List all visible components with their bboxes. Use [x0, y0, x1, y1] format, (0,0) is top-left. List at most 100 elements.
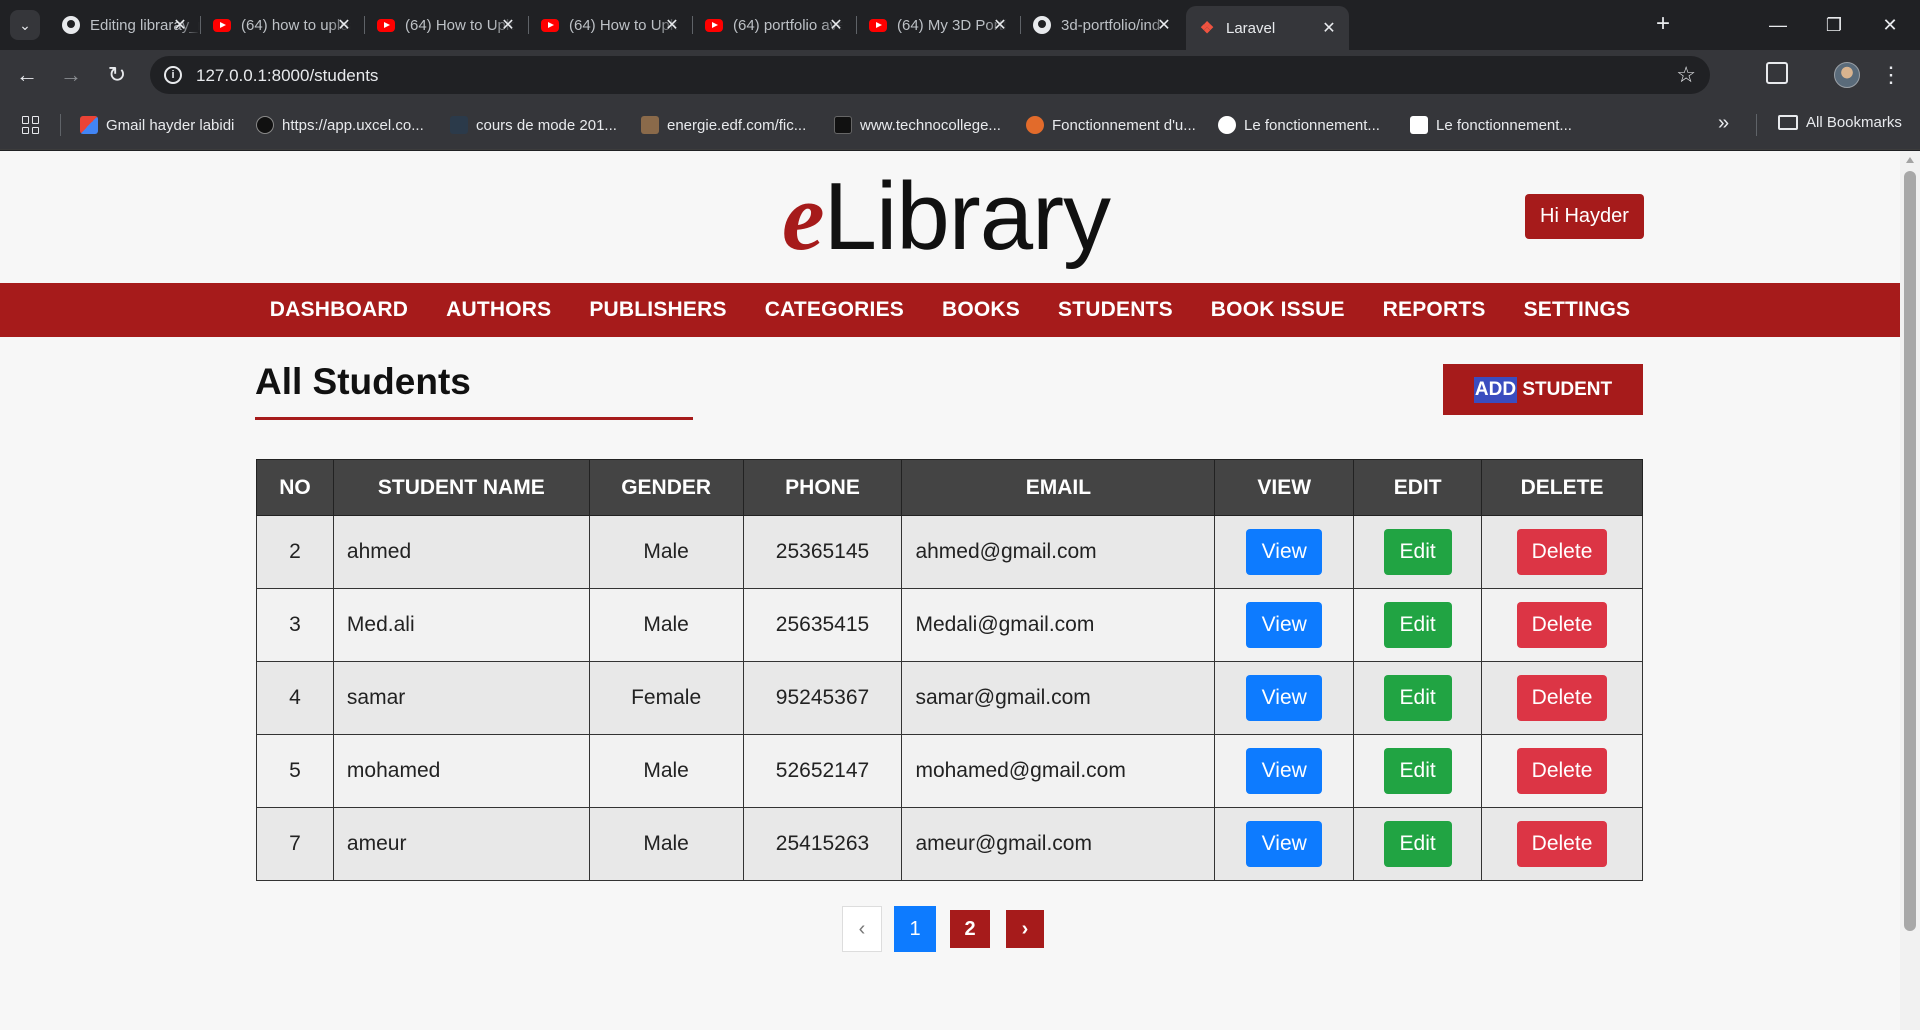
pagination-page-current[interactable]: 1 [894, 906, 936, 952]
site-header: eLibrary Hi Hayder [0, 151, 1900, 283]
bookmark-item[interactable]: Le fonctionnement... [1410, 114, 1572, 136]
cell-email: mohamed@gmail.com [901, 734, 1216, 808]
nav-reports[interactable]: REPORTS [1383, 298, 1486, 322]
cell-name: ahmed [332, 515, 590, 589]
pagination-page[interactable]: 2 [950, 910, 990, 948]
nav-settings[interactable]: SETTINGS [1524, 298, 1631, 322]
site-logo[interactable]: eLibrary [782, 161, 1111, 273]
minimize-icon[interactable]: — [1758, 12, 1798, 38]
browser-tab[interactable]: (64) How to Uplo ✕ [529, 8, 693, 42]
nav-dashboard[interactable]: DASHBOARD [270, 298, 408, 322]
browser-tab[interactable]: Editing libraray_r ✕ [50, 8, 201, 42]
table-header-row: NO STUDENT NAME GENDER PHONE EMAIL VIEW … [256, 459, 1643, 516]
bookmark-item[interactable]: Fonctionnement d'u... [1026, 114, 1196, 136]
tab-close-icon[interactable]: ✕ [1319, 18, 1339, 38]
cell-email: ahmed@gmail.com [901, 515, 1216, 589]
nav-book-issue[interactable]: BOOK ISSUE [1211, 298, 1345, 322]
cell-phone: 25365145 [742, 515, 903, 589]
apps-grid-icon[interactable] [22, 116, 40, 134]
view-button[interactable]: View [1246, 602, 1323, 648]
tab-close-icon[interactable]: ✕ [1154, 15, 1174, 35]
edit-button[interactable]: Edit [1383, 821, 1452, 867]
browser-tab[interactable]: (64) My 3D Portf ✕ [857, 8, 1021, 42]
add-student-button[interactable]: ADD STUDENT [1443, 364, 1643, 415]
bookmark-label: Fonctionnement d'u... [1052, 116, 1196, 134]
forward-arrow-icon[interactable]: → [56, 60, 86, 90]
column-header: VIEW [1214, 459, 1355, 516]
bookmark-item[interactable]: https://app.uxcel.co... [256, 114, 424, 136]
table-row: 4 samar Female 95245367 samar@gmail.com … [256, 661, 1643, 735]
cell-delete: Delete [1481, 734, 1643, 808]
cell-view: View [1214, 661, 1355, 735]
new-tab-plus-icon[interactable]: + [1650, 12, 1676, 38]
folder-icon [1778, 115, 1798, 130]
site-icon [1026, 116, 1044, 134]
view-button[interactable]: View [1246, 675, 1323, 721]
bookmark-item[interactable]: energie.edf.com/fic... [641, 114, 806, 136]
view-button[interactable]: View [1246, 529, 1323, 575]
cell-no: 7 [256, 807, 334, 881]
cell-email: samar@gmail.com [901, 661, 1216, 735]
site-info-icon[interactable]: i [164, 66, 182, 84]
url-text[interactable]: 127.0.0.1:8000/students [196, 66, 378, 86]
bookmark-label: Le fonctionnement... [1244, 116, 1380, 134]
edit-button[interactable]: Edit [1383, 602, 1452, 648]
delete-button[interactable]: Delete [1517, 529, 1608, 575]
delete-button[interactable]: Delete [1517, 602, 1608, 648]
scroll-up-arrow-icon[interactable] [1906, 157, 1914, 163]
browser-tab[interactable]: (64) how to uploa ✕ [201, 8, 365, 42]
bookmark-item[interactable]: cours de mode 201... [450, 114, 617, 136]
bookmark-item[interactable]: Le fonctionnement... [1218, 114, 1380, 136]
pagination-next[interactable]: › [1006, 910, 1044, 948]
view-button[interactable]: View [1246, 748, 1323, 794]
reload-icon[interactable]: ↻ [102, 60, 132, 90]
bookmarks-overflow-icon[interactable]: » [1718, 112, 1729, 135]
delete-button[interactable]: Delete [1517, 748, 1608, 794]
tab-close-icon[interactable]: ✕ [334, 15, 354, 35]
browser-tab[interactable]: (64) portfolio ave ✕ [693, 8, 857, 42]
edit-button[interactable]: Edit [1383, 675, 1452, 721]
tab-search-chevron-icon[interactable]: ⌄ [10, 10, 40, 40]
delete-button[interactable]: Delete [1517, 675, 1608, 721]
cell-no: 3 [256, 588, 334, 662]
browser-tab[interactable]: (64) How to Uplo ✕ [365, 8, 529, 42]
bookmark-item[interactable]: Gmail hayder labidi [80, 114, 234, 136]
main-nav: DASHBOARD AUTHORS PUBLISHERS CATEGORIES … [0, 283, 1900, 337]
tab-close-icon[interactable]: ✕ [990, 15, 1010, 35]
delete-button[interactable]: Delete [1517, 821, 1608, 867]
back-arrow-icon[interactable]: ← [12, 60, 42, 90]
tab-close-icon[interactable]: ✕ [170, 15, 190, 35]
all-bookmarks-button[interactable]: All Bookmarks [1778, 114, 1902, 131]
kebab-menu-icon[interactable]: ⋮ [1880, 60, 1902, 90]
nav-authors[interactable]: AUTHORS [446, 298, 551, 322]
bookmark-star-icon[interactable]: ☆ [1676, 62, 1696, 88]
user-greeting-button[interactable]: Hi Hayder [1525, 194, 1644, 239]
nav-publishers[interactable]: PUBLISHERS [589, 298, 726, 322]
table-row: 7 ameur Male 25415263 ameur@gmail.com Vi… [256, 807, 1643, 881]
edit-button[interactable]: Edit [1383, 529, 1452, 575]
edit-button[interactable]: Edit [1383, 748, 1452, 794]
youtube-icon [869, 16, 887, 34]
tab-close-icon[interactable]: ✕ [498, 15, 518, 35]
view-button[interactable]: View [1246, 821, 1323, 867]
cell-view: View [1214, 515, 1355, 589]
page-scrollbar[interactable] [1900, 151, 1920, 1030]
nav-books[interactable]: BOOKS [942, 298, 1020, 322]
restore-icon[interactable]: ❐ [1814, 12, 1854, 38]
browser-tab[interactable]: 3d-portfolio/ind ✕ [1021, 8, 1184, 42]
address-bar[interactable]: i 127.0.0.1:8000/students ☆ [150, 56, 1710, 94]
youtube-icon [377, 16, 395, 34]
scroll-thumb[interactable] [1904, 171, 1916, 931]
cell-view: View [1214, 588, 1355, 662]
tab-close-icon[interactable]: ✕ [826, 15, 846, 35]
nav-categories[interactable]: CATEGORIES [765, 298, 904, 322]
browser-tab-active[interactable]: ❖ Laravel ✕ [1186, 6, 1349, 50]
extensions-puzzle-icon[interactable] [1766, 62, 1788, 84]
cell-email: Medali@gmail.com [901, 588, 1216, 662]
nav-students[interactable]: STUDENTS [1058, 298, 1173, 322]
profile-avatar[interactable] [1834, 62, 1860, 88]
tab-close-icon[interactable]: ✕ [662, 15, 682, 35]
bookmark-item[interactable]: www.technocollege... [834, 114, 1001, 136]
window-close-icon[interactable]: ✕ [1870, 12, 1910, 38]
pagination-prev[interactable]: ‹ [842, 906, 882, 952]
